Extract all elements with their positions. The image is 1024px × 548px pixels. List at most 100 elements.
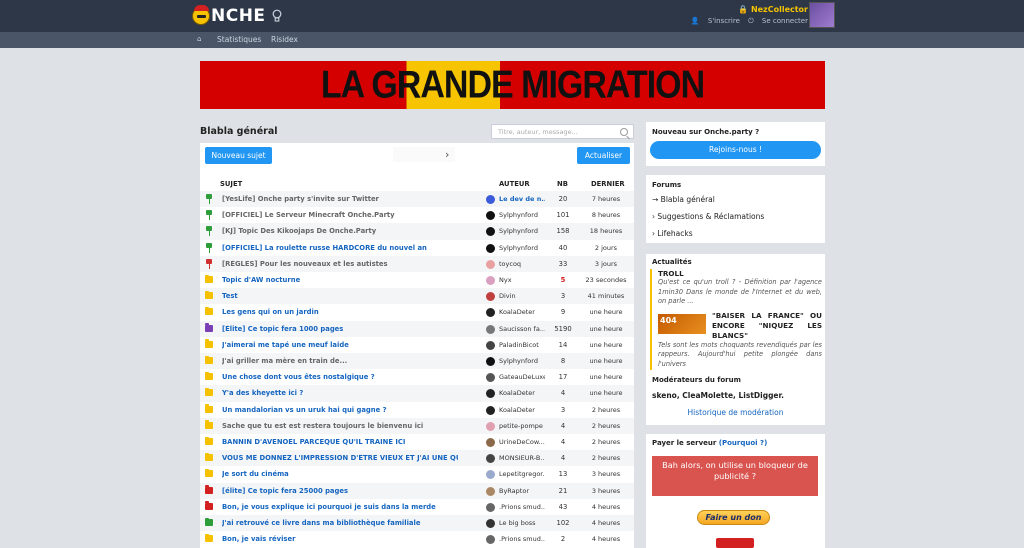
topic-author[interactable]: Sylphynford — [499, 357, 545, 365]
topic-last[interactable]: une heure — [582, 373, 630, 381]
topic-subject[interactable]: Bon, je vous explique ici pourquoi je su… — [222, 503, 458, 511]
topic-subject[interactable]: [OFFICIEL] Le Serveur Minecraft Onche.Pa… — [222, 211, 458, 219]
topic-last[interactable]: 4 heures — [582, 535, 630, 543]
topic-last[interactable]: 3 heures — [582, 487, 630, 495]
topic-subject[interactable]: [OFFICIEL] La roulette russe HARDCORE du… — [222, 244, 458, 252]
topic-author[interactable]: Lepetitgregor... — [499, 470, 545, 478]
topic-author[interactable]: Sylphynford — [499, 244, 545, 252]
username-link[interactable]: 🔒 NezCollector — [685, 5, 808, 14]
topic-subject[interactable]: [élite] Ce topic fera 25000 pages — [222, 487, 458, 495]
topic-row[interactable]: Les gens qui on un jardin KoalaDeter 9 une … — [200, 304, 634, 320]
topic-author[interactable]: Saucisson fa... — [499, 325, 545, 333]
topic-subject[interactable]: Topic d'AW nocturne — [222, 276, 458, 284]
topic-last[interactable]: 4 heures — [582, 503, 630, 511]
user-avatar[interactable] — [809, 2, 835, 28]
topic-subject[interactable]: Une chose dont vous êtes nostalgique ? — [222, 373, 458, 381]
register-link[interactable]: 👤 S'inscrire — [691, 17, 740, 25]
topic-author[interactable]: UrineDeCow... — [499, 438, 545, 446]
news-item-title[interactable]: TROLL — [658, 269, 822, 278]
topic-author[interactable]: MONSIEUR-B... — [499, 454, 545, 462]
topic-row[interactable]: Une chose dont vous êtes nostalgique ? Ga… — [200, 369, 634, 385]
topic-author[interactable]: .Prions smud... — [499, 535, 545, 543]
search-input[interactable]: Titre, auteur, message... — [491, 124, 634, 139]
topic-last[interactable]: 2 heures — [582, 406, 630, 414]
topic-last[interactable]: 3 heures — [582, 470, 630, 478]
topic-author[interactable]: toycoq — [499, 260, 545, 268]
topic-subject[interactable]: J'ai retrouvé ce livre dans ma bibliothè… — [222, 519, 458, 527]
topic-author[interactable]: KoalaDeter — [499, 389, 545, 397]
topic-author[interactable]: Le dev de n... — [499, 195, 545, 203]
join-button[interactable]: Rejoins-nous ! — [650, 141, 821, 159]
topic-author[interactable]: KoalaDeter — [499, 406, 545, 414]
topic-row[interactable]: J'ai retrouvé ce livre dans ma bibliothè… — [200, 515, 634, 532]
news-thumbnail[interactable]: 404 — [658, 313, 706, 334]
topic-row[interactable]: [OFFICIEL] Le Serveur Minecraft Onche.Pa… — [200, 207, 634, 223]
topic-last[interactable]: 7 heures — [582, 195, 630, 203]
topic-row[interactable]: [élite] Ce topic fera 25000 pages ByRapto… — [200, 482, 634, 499]
login-link[interactable]: ⏻ Se connecter — [748, 17, 808, 25]
topic-subject[interactable]: [RÈGLES] Pour les nouveaux et les autist… — [222, 260, 458, 268]
chevron-right-icon[interactable]: › — [445, 149, 449, 160]
forum-link-blabla[interactable]: → Blabla général — [652, 195, 715, 204]
topic-author[interactable]: PaladinBicot — [499, 341, 545, 349]
tip-button[interactable] — [716, 538, 754, 548]
topic-row[interactable]: Topic d'AW nocturne Nyx 5 23 secondes — [200, 272, 634, 288]
topic-subject[interactable]: Je sort du cinéma — [222, 470, 458, 478]
topic-last[interactable]: 2 jours — [582, 244, 630, 252]
topic-row[interactable]: [KJ] Topic Des Kikoojaps De Onche.Party S… — [200, 223, 634, 240]
topic-row[interactable]: Je sort du cinéma Lepetitgregor... 13 3 heu… — [200, 466, 634, 482]
migration-banner[interactable]: LA GRANDE MIGRATION — [200, 61, 825, 109]
topic-last[interactable]: 8 heures — [582, 211, 630, 219]
topic-row[interactable]: [RÈGLES] Pour les nouveaux et les autist… — [200, 255, 634, 272]
topic-row[interactable]: BANNIN D'AVENOEL PARCEQUE QU'IL TRAINE I… — [200, 434, 634, 450]
topic-row[interactable]: J'aimerai me tapé une meuf laide PaladinB… — [200, 337, 634, 353]
topic-row[interactable]: Un mandalorian vs un uruk hai qui gagne … — [200, 402, 634, 418]
topic-last[interactable]: une heure — [582, 341, 630, 349]
topic-author[interactable]: Sylphynford — [499, 211, 545, 219]
home-icon[interactable]: ⌂ — [197, 36, 204, 43]
topic-author[interactable]: Divin — [499, 292, 545, 300]
topic-author[interactable]: Nyx — [499, 276, 545, 284]
topic-subject[interactable]: BANNIN D'AVENOEL PARCEQUE QU'IL TRAINE I… — [222, 438, 458, 446]
news-list[interactable]: TROLL Qu'est ce qu'un troll ? - Définiti… — [650, 269, 822, 370]
topic-author[interactable]: KoalaDeter — [499, 308, 545, 316]
topic-row[interactable]: Y'a des kheyette ici ? KoalaDeter 4 une heu… — [200, 385, 634, 402]
forum-link-suggestions[interactable]: › Suggestions & Réclamations — [652, 212, 764, 221]
topic-subject[interactable]: [YesLife] Onche party s'invite sur Twitt… — [222, 195, 458, 203]
topic-subject[interactable]: VOUS ME DONNEZ L'IMPRESSION D'ÊTRE VIEUX… — [222, 454, 458, 462]
topic-last[interactable]: une heure — [582, 325, 630, 333]
site-logo[interactable]: NCHE — [192, 5, 266, 27]
topic-last[interactable]: 2 heures — [582, 438, 630, 446]
topic-last[interactable]: 41 minutes — [582, 292, 630, 300]
topic-row[interactable]: VOUS ME DONNEZ L'IMPRESSION D'ÊTRE VIEUX… — [200, 450, 634, 467]
topic-row[interactable]: [YesLife] Onche party s'invite sur Twitt… — [200, 191, 634, 208]
refresh-button[interactable]: Actualiser — [577, 147, 630, 164]
topic-subject[interactable]: [Élite] Ce topic fera 1000 pages — [222, 325, 458, 333]
topic-subject[interactable]: J'aimerai me tapé une meuf laide — [222, 341, 458, 349]
topic-subject[interactable]: J'ai griller ma mère en train de... — [222, 357, 458, 365]
topic-subject[interactable]: Test — [222, 292, 458, 300]
topic-row[interactable]: J'ai griller ma mère en train de... Sylph… — [200, 353, 634, 370]
topic-subject[interactable]: Un mandalorian vs un uruk hai qui gagne … — [222, 406, 458, 414]
why-link[interactable]: (Pourquoi ?) — [719, 439, 767, 447]
topic-subject[interactable]: Sache que tu est est restera toujours le… — [222, 422, 458, 430]
topic-subject[interactable]: Y'a des kheyette ici ? — [222, 389, 458, 397]
topic-last[interactable]: 2 heures — [582, 422, 630, 430]
topic-subject[interactable]: Bon, je vais réviser — [222, 535, 458, 543]
topic-last[interactable]: 3 jours — [582, 260, 630, 268]
topic-row[interactable]: Bon, je vais réviser .Prions smud... 2 4 he… — [200, 531, 634, 547]
donate-button[interactable]: Faire un don — [697, 510, 770, 525]
topic-row[interactable]: Test Divin 3 41 minutes — [200, 288, 634, 305]
topic-row[interactable]: [OFFICIEL] La roulette russe HARDCORE du… — [200, 240, 634, 256]
topic-author[interactable]: petite-pompe — [499, 422, 545, 430]
topic-author[interactable]: GateauDeLuxe — [499, 373, 545, 381]
topic-last[interactable]: une heure — [582, 357, 630, 365]
forum-link-lifehacks[interactable]: › Lifehacks — [652, 229, 693, 238]
topic-last[interactable]: 4 heures — [582, 519, 630, 527]
mod-history-link[interactable]: Historique de modération — [646, 408, 825, 417]
search-icon[interactable] — [620, 128, 628, 136]
lightbulb-icon[interactable] — [272, 9, 282, 23]
topic-author[interactable]: Le big boss — [499, 519, 545, 527]
topic-last[interactable]: 18 heures — [582, 227, 630, 235]
topic-row[interactable]: Bon, je vous explique ici pourquoi je su… — [200, 499, 634, 515]
